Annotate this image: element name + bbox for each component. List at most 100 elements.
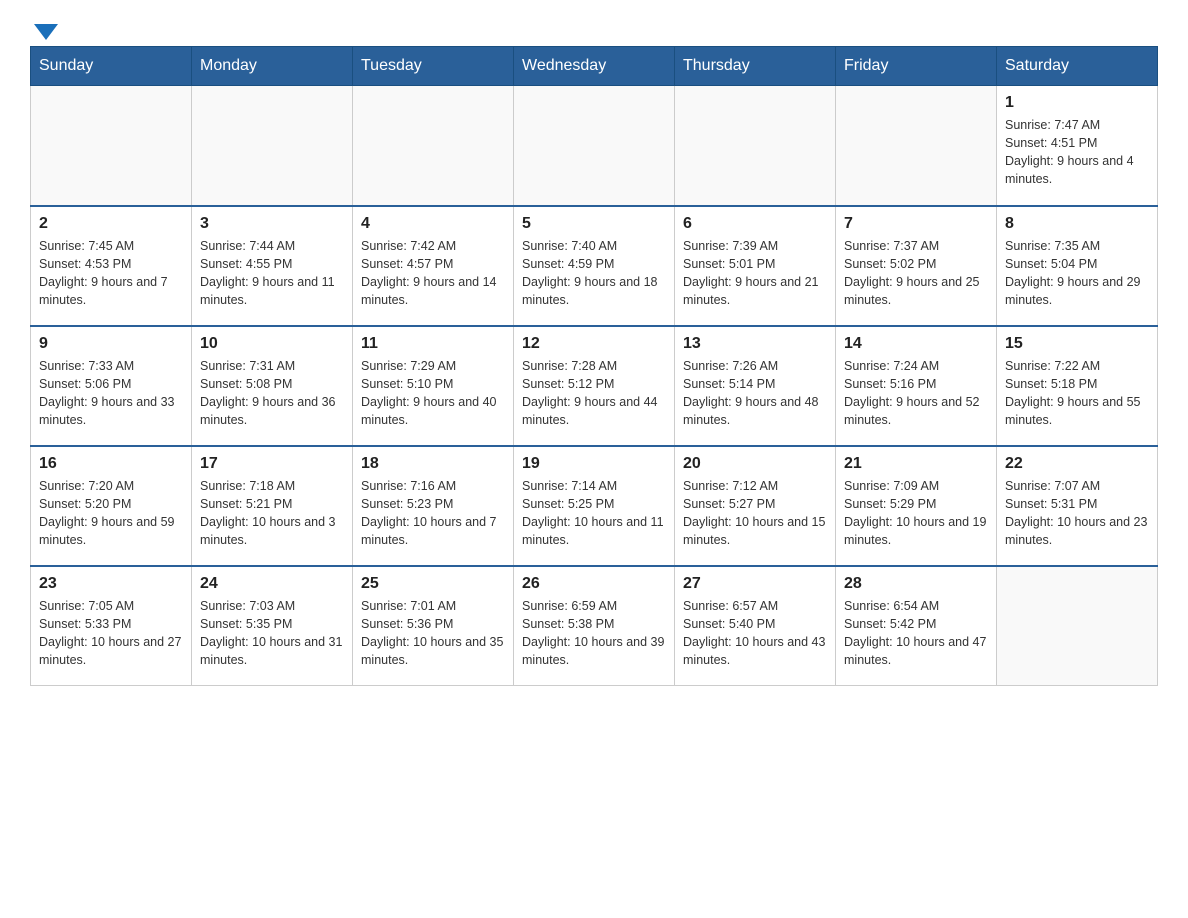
calendar-day-cell <box>675 86 836 206</box>
day-info: Sunrise: 7:22 AM Sunset: 5:18 PM Dayligh… <box>1005 357 1149 430</box>
calendar-week-row: 23Sunrise: 7:05 AM Sunset: 5:33 PM Dayli… <box>31 566 1158 686</box>
day-info: Sunrise: 7:12 AM Sunset: 5:27 PM Dayligh… <box>683 477 827 550</box>
calendar-day-cell: 19 Sunrise: 7:14 AM Sunset: 5:25 PM Dayli… <box>514 446 675 566</box>
day-info: Sunrise: 7:42 AM Sunset: 4:57 PM Dayligh… <box>361 237 505 310</box>
day-number: 5 <box>522 215 666 233</box>
calendar-week-row: 2 Sunrise: 7:45 AM Sunset: 4:53 PM Daylig… <box>31 206 1158 326</box>
day-info: Sunrise: 7:35 AM Sunset: 5:04 PM Dayligh… <box>1005 237 1149 310</box>
day-number: 12 <box>522 335 666 353</box>
day-info: Sunrise: 6:54 AM Sunset: 5:42 PM Dayligh… <box>844 597 988 670</box>
day-number: 11 <box>361 335 505 353</box>
calendar-day-cell: 16 Sunrise: 7:20 AM Sunset: 5:20 PM Dayli… <box>31 446 192 566</box>
day-info: Sunrise: 7:24 AM Sunset: 5:16 PM Dayligh… <box>844 357 988 430</box>
day-info: Sunrise: 7:44 AM Sunset: 4:55 PM Dayligh… <box>200 237 344 310</box>
logo-general-text <box>30 20 58 40</box>
calendar-header-monday: Monday <box>192 47 353 86</box>
calendar-day-cell: 6Sunrise: 7:39 AM Sunset: 5:01 PM Daylig… <box>675 206 836 326</box>
day-info: Sunrise: 7:45 AM Sunset: 4:53 PM Dayligh… <box>39 237 183 310</box>
calendar-day-cell: 18 Sunrise: 7:16 AM Sunset: 5:23 PM Dayli… <box>353 446 514 566</box>
calendar-day-cell: 9 Sunrise: 7:33 AM Sunset: 5:06 PM Daylig… <box>31 326 192 446</box>
day-number: 14 <box>844 335 988 353</box>
calendar-day-cell: 17Sunrise: 7:18 AM Sunset: 5:21 PM Dayli… <box>192 446 353 566</box>
day-number: 19 <box>522 455 666 473</box>
day-info: Sunrise: 7:07 AM Sunset: 5:31 PM Dayligh… <box>1005 477 1149 550</box>
calendar-week-row: 16 Sunrise: 7:20 AM Sunset: 5:20 PM Dayli… <box>31 446 1158 566</box>
day-info: Sunrise: 7:20 AM Sunset: 5:20 PM Dayligh… <box>39 477 183 550</box>
day-info: Sunrise: 7:01 AM Sunset: 5:36 PM Dayligh… <box>361 597 505 670</box>
day-number: 28 <box>844 575 988 593</box>
calendar-day-cell: 21 Sunrise: 7:09 AM Sunset: 5:29 PM Dayli… <box>836 446 997 566</box>
day-number: 3 <box>200 215 344 233</box>
day-info: Sunrise: 7:33 AM Sunset: 5:06 PM Dayligh… <box>39 357 183 430</box>
day-info: Sunrise: 6:57 AM Sunset: 5:40 PM Dayligh… <box>683 597 827 670</box>
calendar-day-cell: 14 Sunrise: 7:24 AM Sunset: 5:16 PM Dayli… <box>836 326 997 446</box>
day-number: 20 <box>683 455 827 473</box>
day-info: Sunrise: 6:59 AM Sunset: 5:38 PM Dayligh… <box>522 597 666 670</box>
calendar-header-friday: Friday <box>836 47 997 86</box>
day-info: Sunrise: 7:16 AM Sunset: 5:23 PM Dayligh… <box>361 477 505 550</box>
calendar-day-cell: 26 Sunrise: 6:59 AM Sunset: 5:38 PM Dayli… <box>514 566 675 686</box>
calendar-day-cell: 22 Sunrise: 7:07 AM Sunset: 5:31 PM Dayli… <box>997 446 1158 566</box>
calendar-day-cell: 2 Sunrise: 7:45 AM Sunset: 4:53 PM Daylig… <box>31 206 192 326</box>
calendar-day-cell <box>353 86 514 206</box>
calendar-day-cell: 10 Sunrise: 7:31 AM Sunset: 5:08 PM Dayli… <box>192 326 353 446</box>
day-info: Sunrise: 7:28 AM Sunset: 5:12 PM Dayligh… <box>522 357 666 430</box>
calendar-day-cell: 8 Sunrise: 7:35 AM Sunset: 5:04 PM Daylig… <box>997 206 1158 326</box>
calendar-day-cell: 13Sunrise: 7:26 AM Sunset: 5:14 PM Dayli… <box>675 326 836 446</box>
day-info: Sunrise: 7:40 AM Sunset: 4:59 PM Dayligh… <box>522 237 666 310</box>
calendar-day-cell: 5 Sunrise: 7:40 AM Sunset: 4:59 PM Daylig… <box>514 206 675 326</box>
calendar-header-saturday: Saturday <box>997 47 1158 86</box>
calendar-day-cell: 12 Sunrise: 7:28 AM Sunset: 5:12 PM Dayli… <box>514 326 675 446</box>
day-info: Sunrise: 7:47 AM Sunset: 4:51 PM Dayligh… <box>1005 116 1149 189</box>
day-number: 9 <box>39 335 183 353</box>
day-info: Sunrise: 7:37 AM Sunset: 5:02 PM Dayligh… <box>844 237 988 310</box>
calendar-header-thursday: Thursday <box>675 47 836 86</box>
day-info: Sunrise: 7:03 AM Sunset: 5:35 PM Dayligh… <box>200 597 344 670</box>
calendar-day-cell <box>514 86 675 206</box>
calendar-day-cell <box>836 86 997 206</box>
calendar-day-cell: 15 Sunrise: 7:22 AM Sunset: 5:18 PM Dayli… <box>997 326 1158 446</box>
calendar-day-cell: 27 Sunrise: 6:57 AM Sunset: 5:40 PM Dayli… <box>675 566 836 686</box>
day-number: 13 <box>683 335 827 353</box>
day-info: Sunrise: 7:14 AM Sunset: 5:25 PM Dayligh… <box>522 477 666 550</box>
calendar-day-cell: 7 Sunrise: 7:37 AM Sunset: 5:02 PM Daylig… <box>836 206 997 326</box>
day-number: 18 <box>361 455 505 473</box>
day-number: 21 <box>844 455 988 473</box>
day-number: 15 <box>1005 335 1149 353</box>
calendar-day-cell <box>997 566 1158 686</box>
calendar-day-cell: 28 Sunrise: 6:54 AM Sunset: 5:42 PM Dayli… <box>836 566 997 686</box>
calendar-week-row: 1 Sunrise: 7:47 AM Sunset: 4:51 PM Daylig… <box>31 86 1158 206</box>
day-info: Sunrise: 7:39 AM Sunset: 5:01 PM Dayligh… <box>683 237 827 310</box>
day-number: 1 <box>1005 94 1149 112</box>
calendar-day-cell: 24 Sunrise: 7:03 AM Sunset: 5:35 PM Dayli… <box>192 566 353 686</box>
calendar-header-row: SundayMondayTuesdayWednesdayThursdayFrid… <box>31 47 1158 86</box>
calendar-day-cell: 1 Sunrise: 7:47 AM Sunset: 4:51 PM Daylig… <box>997 86 1158 206</box>
day-info: Sunrise: 7:09 AM Sunset: 5:29 PM Dayligh… <box>844 477 988 550</box>
logo <box>30 20 58 36</box>
calendar-day-cell: 11 Sunrise: 7:29 AM Sunset: 5:10 PM Dayli… <box>353 326 514 446</box>
page-header <box>30 20 1158 36</box>
day-number: 25 <box>361 575 505 593</box>
calendar-day-cell: 25 Sunrise: 7:01 AM Sunset: 5:36 PM Dayli… <box>353 566 514 686</box>
day-number: 8 <box>1005 215 1149 233</box>
day-number: 27 <box>683 575 827 593</box>
day-number: 10 <box>200 335 344 353</box>
calendar-day-cell: 20 Sunrise: 7:12 AM Sunset: 5:27 PM Dayli… <box>675 446 836 566</box>
logo-arrow-icon <box>34 24 58 40</box>
day-number: 16 <box>39 455 183 473</box>
calendar-day-cell: 4 Sunrise: 7:42 AM Sunset: 4:57 PM Daylig… <box>353 206 514 326</box>
calendar-header-tuesday: Tuesday <box>353 47 514 86</box>
calendar-day-cell <box>192 86 353 206</box>
day-number: 2 <box>39 215 183 233</box>
day-number: 7 <box>844 215 988 233</box>
day-number: 4 <box>361 215 505 233</box>
day-number: 22 <box>1005 455 1149 473</box>
day-number: 24 <box>200 575 344 593</box>
day-info: Sunrise: 7:31 AM Sunset: 5:08 PM Dayligh… <box>200 357 344 430</box>
calendar-week-row: 9 Sunrise: 7:33 AM Sunset: 5:06 PM Daylig… <box>31 326 1158 446</box>
calendar-table: SundayMondayTuesdayWednesdayThursdayFrid… <box>30 46 1158 686</box>
day-number: 26 <box>522 575 666 593</box>
day-info: Sunrise: 7:29 AM Sunset: 5:10 PM Dayligh… <box>361 357 505 430</box>
calendar-header-sunday: Sunday <box>31 47 192 86</box>
day-info: Sunrise: 7:05 AM Sunset: 5:33 PM Dayligh… <box>39 597 183 670</box>
